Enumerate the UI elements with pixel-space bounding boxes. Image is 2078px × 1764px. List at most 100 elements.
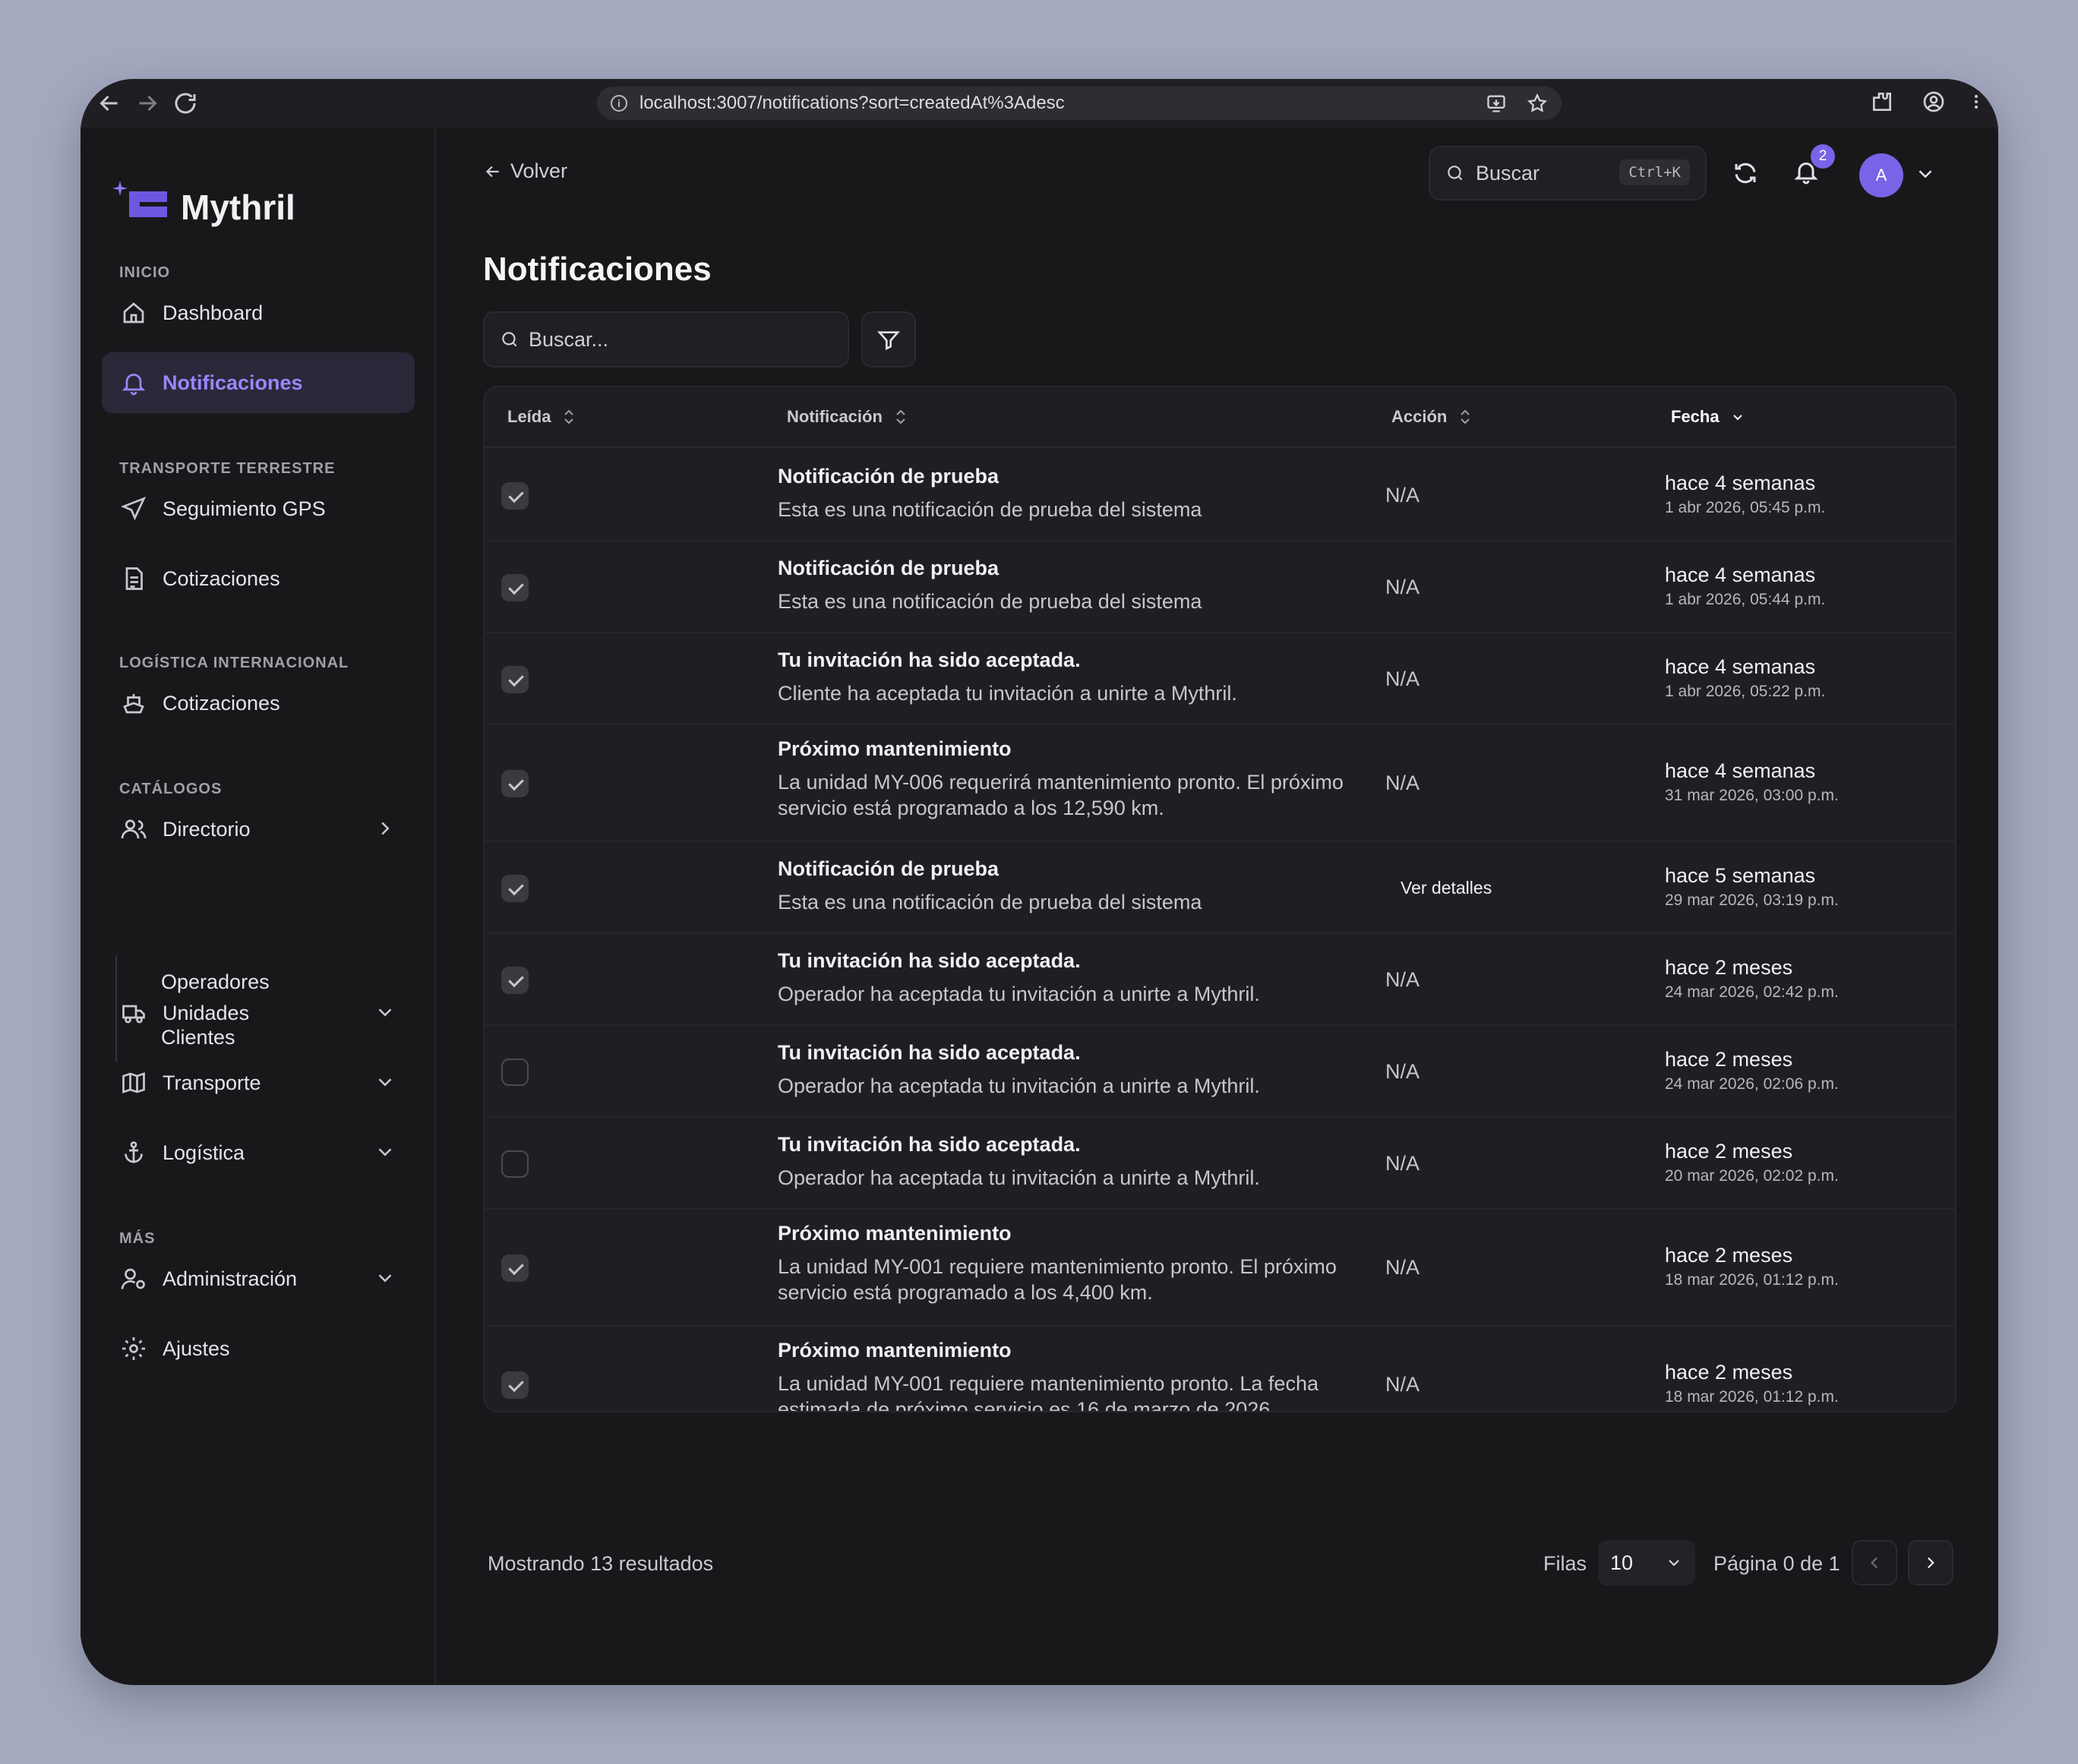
read-checkbox[interactable] <box>501 665 529 693</box>
read-checkbox[interactable] <box>501 1254 529 1282</box>
global-search-input[interactable]: Buscar Ctrl+K <box>1429 146 1707 200</box>
notification-description: Operador ha aceptada tu invitación a uni… <box>778 1074 1260 1097</box>
sidebar-item-label: Cotizaciones <box>163 691 280 715</box>
sidebar-item-dashboard[interactable]: Dashboard <box>102 282 415 343</box>
notification-title: Próximo mantenimiento <box>778 737 1012 760</box>
account-menu-toggle[interactable] <box>1914 163 1944 193</box>
sidebar-item-label: Ajustes <box>163 1336 230 1360</box>
previous-page-button[interactable] <box>1852 1540 1897 1586</box>
table-row[interactable]: Tu invitación ha sido aceptada. Operador … <box>485 1118 1955 1210</box>
url-bar[interactable]: i localhost:3007/notifications?sort=crea… <box>597 87 1562 120</box>
view-details-link[interactable]: Ver detalles <box>1401 878 1492 898</box>
browser-menu-icon[interactable] <box>1967 90 1985 119</box>
notification-date: 31 mar 2026, 03:00 p.m. <box>1665 787 1839 804</box>
sidebar-item-ajustes[interactable]: Ajustes <box>102 1318 415 1379</box>
chevron-down-icon <box>1732 415 1742 421</box>
column-header-notificacion[interactable]: Notificación <box>787 407 908 427</box>
read-checkbox[interactable] <box>501 573 529 601</box>
notification-relative-time: hace 2 meses <box>1665 1244 1793 1267</box>
notification-description: La unidad MY-001 requiere mantenimiento … <box>778 1372 1318 1412</box>
notification-count-badge: 2 <box>1811 144 1835 169</box>
rows-per-page-select[interactable]: 10 <box>1598 1540 1695 1586</box>
table-row[interactable]: Tu invitación ha sido aceptada. Operador … <box>485 934 1955 1026</box>
table-row[interactable]: Notificación de prueba Esta es una notifi… <box>485 450 1955 541</box>
notification-date: 1 abr 2026, 05:45 p.m. <box>1665 498 1826 516</box>
notification-action: N/A <box>1385 1151 1420 1175</box>
chevron-down-icon <box>378 1148 392 1157</box>
notification-description: Operador ha aceptada tu invitación a uni… <box>778 1166 1260 1189</box>
sidebar-item-logistica[interactable]: Logística <box>102 1122 415 1183</box>
refresh-button[interactable] <box>1732 159 1762 190</box>
next-page-button[interactable] <box>1908 1540 1953 1586</box>
notification-description: Esta es una notificación de prueba del s… <box>778 891 1202 914</box>
site-info-icon[interactable]: i <box>611 95 627 112</box>
rows-per-page-label: Filas <box>1543 1552 1587 1575</box>
notification-title: Tu invitación ha sido aceptada. <box>778 1133 1081 1156</box>
read-checkbox[interactable] <box>501 481 529 510</box>
column-header-accion[interactable]: Acción <box>1391 407 1473 427</box>
bookmark-star-icon[interactable] <box>1527 93 1548 114</box>
read-checkbox[interactable] <box>501 1150 529 1178</box>
section-label-transporte-terrestre: TRANSPORTE TERRESTRE <box>119 460 336 477</box>
sidebar-item-directorio[interactable]: Directorio <box>102 799 415 860</box>
browser-window: i localhost:3007/notifications?sort=crea… <box>81 79 1998 1685</box>
notification-action: N/A <box>1385 483 1420 506</box>
app-logo[interactable]: Mythril <box>112 178 295 229</box>
table-row[interactable]: Próximo mantenimiento La unidad MY-001 re… <box>485 1210 1955 1327</box>
read-checkbox[interactable] <box>501 1058 529 1086</box>
bell-icon <box>122 374 146 396</box>
notification-relative-time: hace 4 semanas <box>1665 655 1816 678</box>
table-row[interactable]: Tu invitación ha sido aceptada. Cliente h… <box>485 633 1955 725</box>
chevron-right-icon <box>1927 1557 1934 1569</box>
column-header-fecha[interactable]: Fecha <box>1671 407 1745 427</box>
read-checkbox[interactable] <box>501 1371 529 1399</box>
map-icon <box>122 1072 145 1093</box>
users-icon <box>121 819 147 839</box>
sidebar-item-transporte[interactable]: Transporte <box>102 1052 415 1113</box>
avatar[interactable]: A <box>1859 153 1903 197</box>
forward-arrow-icon[interactable] <box>134 90 161 117</box>
read-checkbox[interactable] <box>501 966 529 994</box>
sort-icon <box>1461 409 1470 424</box>
sidebar-item-unidades[interactable]: Unidades <box>102 983 415 1043</box>
search-shortcut: Ctrl+K <box>1619 159 1690 185</box>
sidebar-item-cotizaciones-terrestre[interactable]: Cotizaciones <box>102 548 415 609</box>
column-header-leida[interactable]: Leída <box>507 407 576 427</box>
reload-icon[interactable] <box>172 90 199 117</box>
chevron-right-icon <box>381 822 390 835</box>
sidebar-item-cotizaciones-internacional[interactable]: Cotizaciones <box>102 673 415 734</box>
sidebar-item-label: Dashboard <box>163 301 264 324</box>
table-row[interactable]: Próximo mantenimiento La unidad MY-001 re… <box>485 1327 1955 1412</box>
section-label-logistica-internacional: LOGÍSTICA INTERNACIONAL <box>119 655 349 671</box>
table-row[interactable]: Tu invitación ha sido aceptada. Operador … <box>485 1026 1955 1118</box>
profile-icon[interactable] <box>1922 90 1946 119</box>
table-row[interactable]: Notificación de prueba Esta es una notifi… <box>485 842 1955 934</box>
page-title: Notificaciones <box>483 251 712 288</box>
filter-button[interactable] <box>861 311 916 368</box>
sidebar-item-label: Transporte <box>163 1071 261 1094</box>
notifications-search-input[interactable]: Buscar... <box>483 311 849 368</box>
back-arrow-icon[interactable] <box>96 90 123 117</box>
ship-icon <box>123 694 144 714</box>
notification-title: Notificación de prueba <box>778 857 1000 880</box>
read-checkbox[interactable] <box>501 770 529 797</box>
chevron-left-icon <box>1871 1557 1878 1569</box>
notification-relative-time: hace 2 meses <box>1665 1047 1793 1071</box>
arrow-left-icon <box>485 166 499 177</box>
sidebar-item-seguimiento-gps[interactable]: Seguimiento GPS <box>102 478 415 539</box>
sidebar-item-notificaciones[interactable]: Notificaciones <box>102 352 415 413</box>
notification-date: 20 mar 2026, 02:02 p.m. <box>1665 1166 1839 1185</box>
sort-icon <box>896 409 905 424</box>
notification-description: Esta es una notificación de prueba del s… <box>778 498 1202 521</box>
extensions-icon[interactable] <box>1870 90 1894 119</box>
read-checkbox[interactable] <box>501 874 529 902</box>
notification-action: N/A <box>1385 1256 1420 1279</box>
notification-date: 24 mar 2026, 02:06 p.m. <box>1665 1074 1839 1093</box>
install-app-icon[interactable] <box>1486 93 1507 114</box>
gear-icon <box>122 1337 145 1360</box>
sidebar-item-label: Notificaciones <box>163 371 303 394</box>
table-row[interactable]: Notificación de prueba Esta es una notifi… <box>485 541 1955 633</box>
table-row[interactable]: Próximo mantenimiento La unidad MY-006 re… <box>485 725 1955 842</box>
back-link[interactable]: Volver <box>483 159 567 183</box>
sidebar-item-administracion[interactable]: Administración <box>102 1248 415 1309</box>
